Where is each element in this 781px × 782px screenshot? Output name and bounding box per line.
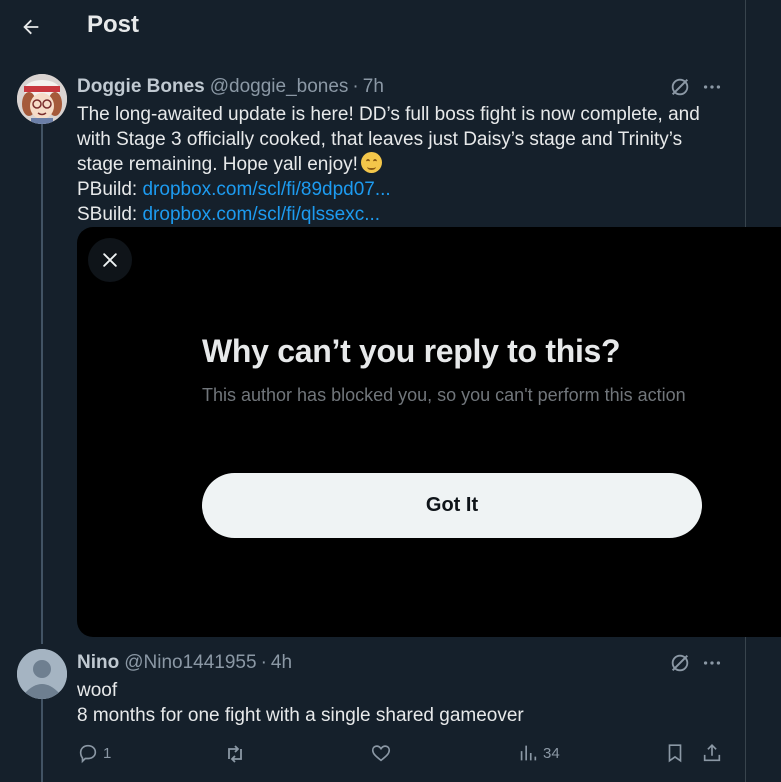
views-button[interactable]: 34 <box>517 742 560 764</box>
page-title: Post <box>87 11 140 38</box>
close-button[interactable] <box>88 238 132 282</box>
avatar-image <box>17 74 67 124</box>
post-page: Post Doggie Bones @doggie_bones · 7h The… <box>0 0 781 782</box>
more-horizontal-icon <box>703 85 721 89</box>
modal-body: This author has blocked you, so you can'… <box>202 385 686 405</box>
grok-icon <box>671 654 689 672</box>
repost-button[interactable] <box>223 742 251 766</box>
post-time[interactable]: 7h <box>363 76 384 98</box>
post-time[interactable]: 4h <box>271 652 292 674</box>
sbuild-label: SBuild: <box>77 204 138 225</box>
close-icon <box>103 253 117 267</box>
author-handle[interactable]: @Nino1441955 <box>124 652 256 674</box>
views-count: 34 <box>543 744 560 762</box>
arrow-left-icon <box>23 19 39 35</box>
share-icon <box>703 744 721 762</box>
bar-chart-icon <box>520 745 537 761</box>
separator-dot: · <box>352 76 359 97</box>
author-handle[interactable]: @doggie_bones <box>210 76 349 98</box>
author-name[interactable]: Nino <box>77 652 119 674</box>
grok-icon <box>671 78 689 96</box>
reply-icon <box>79 744 97 764</box>
heart-icon <box>371 745 391 762</box>
like-button[interactable] <box>370 742 396 764</box>
thread-line <box>41 698 43 782</box>
pbuild-label: PBuild: <box>77 179 138 200</box>
share-button[interactable] <box>701 742 723 764</box>
post-header: Doggie Bones @doggie_bones · 7h <box>77 76 384 98</box>
reply-text-line: 8 months for one fight with a single sha… <box>77 705 524 726</box>
more-options-button[interactable] <box>700 651 724 675</box>
more-horizontal-icon <box>703 661 721 665</box>
sbuild-row: SBuild: dropbox.com/scl/fi/qlssexc... <box>77 202 727 227</box>
pbuild-link[interactable]: dropbox.com/scl/fi/89dpd07... <box>142 179 390 200</box>
action-bar: 1 34 <box>77 742 727 770</box>
bookmark-button[interactable] <box>664 742 686 764</box>
pbuild-row: PBuild: dropbox.com/scl/fi/89dpd07... <box>77 177 727 202</box>
separator-dot: · <box>260 652 267 673</box>
reply-header: Nino @Nino1441955 · 4h <box>77 652 292 674</box>
post-text-content: The long-awaited update is here! DD’s fu… <box>77 104 700 175</box>
author-name[interactable]: Doggie Bones <box>77 76 205 98</box>
smiling-face-emoji-icon <box>360 152 382 173</box>
avatar[interactable] <box>17 649 67 699</box>
got-it-button[interactable]: Got It <box>202 473 702 538</box>
bookmark-icon <box>668 744 682 763</box>
grok-button[interactable] <box>668 651 692 675</box>
avatar[interactable] <box>17 74 67 124</box>
reply-count: 1 <box>103 744 112 762</box>
back-button[interactable] <box>14 10 48 44</box>
post-body: The long-awaited update is here! DD’s fu… <box>77 102 727 227</box>
repost-icon <box>228 745 242 763</box>
reply-text-line: woof <box>77 680 118 701</box>
header: Post <box>0 0 745 53</box>
modal-title: Why can’t you reply to this? <box>202 333 621 369</box>
reply-button[interactable]: 1 <box>77 742 111 764</box>
thread-line <box>41 124 43 644</box>
grok-button[interactable] <box>668 75 692 99</box>
more-options-button[interactable] <box>700 75 724 99</box>
blocked-reply-modal: Why can’t you reply to this? This author… <box>77 227 781 637</box>
sbuild-link[interactable]: dropbox.com/scl/fi/qlssexc... <box>142 204 380 225</box>
default-avatar-icon <box>17 649 67 699</box>
post-text: The long-awaited update is here! DD’s fu… <box>77 102 727 177</box>
